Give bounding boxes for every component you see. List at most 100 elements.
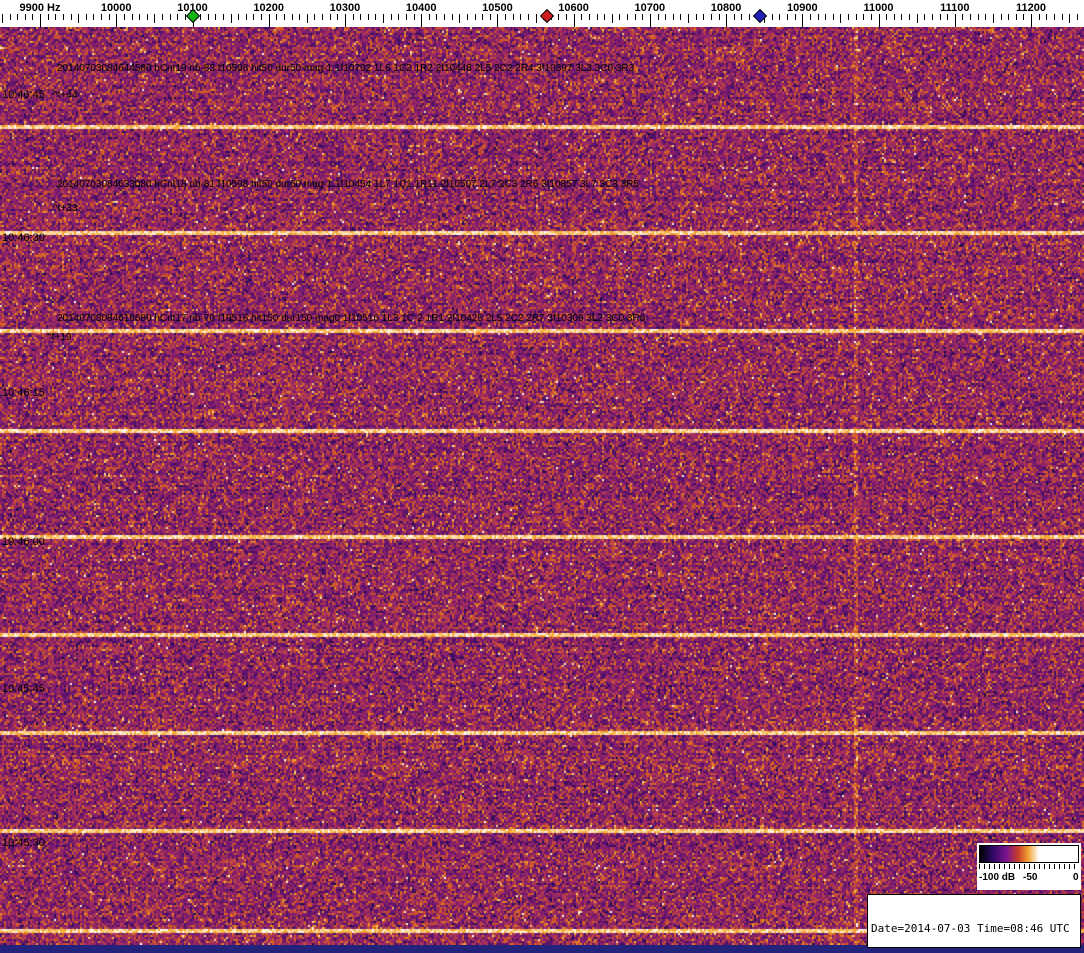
- red-marker-diamond[interactable]: [539, 8, 554, 24]
- ruler-tick: [642, 14, 644, 20]
- ruler-tick: [573, 14, 575, 27]
- ruler-tick: [581, 14, 583, 20]
- ruler-tick: [367, 14, 369, 20]
- ruler-tick: [238, 14, 240, 20]
- ruler-tick: [268, 14, 270, 27]
- ruler-tick: [139, 14, 141, 20]
- ruler-tick: [1015, 14, 1017, 20]
- ruler-tick: [680, 14, 682, 20]
- ruler-tick: [283, 14, 285, 20]
- ruler-tick: [1000, 14, 1002, 20]
- ruler-tick: [497, 14, 499, 27]
- blue-marker-diamond[interactable]: [753, 8, 768, 24]
- ruler-tick: [947, 14, 949, 20]
- ruler-label-11100: 11100: [940, 2, 970, 14]
- ruler-tick: [200, 14, 202, 20]
- ruler-tick: [62, 14, 64, 20]
- ruler-label-10300: 10300: [329, 2, 361, 14]
- ruler-tick: [78, 14, 80, 23]
- ruler-tick: [1069, 14, 1071, 23]
- ruler-tick: [588, 14, 590, 20]
- ruler-tick: [909, 14, 910, 20]
- ruler-label-11000: 11000: [863, 2, 894, 14]
- ruler-tick: [451, 14, 453, 20]
- ruler-tick: [428, 14, 430, 20]
- ruler-tick: [314, 14, 316, 20]
- ruler-tick: [223, 14, 224, 20]
- ruler-tick: [611, 14, 613, 23]
- ruler-tick: [474, 14, 476, 20]
- ruler-tick: [802, 14, 804, 27]
- ruler-tick: [489, 14, 491, 20]
- ruler-tick: [619, 14, 621, 20]
- ruler-tick: [535, 14, 537, 23]
- ruler-tick: [108, 14, 110, 20]
- ruler-label-10800: 10800: [710, 2, 742, 14]
- ruler-tick: [207, 14, 209, 20]
- ruler-tick: [230, 14, 232, 23]
- colorbar: -100 dB -50 0: [977, 843, 1081, 890]
- ruler-tick: [1053, 14, 1055, 20]
- ruler-tick: [558, 14, 560, 20]
- frequency-ruler: 9900 Hz100001010010200103001040010500106…: [0, 0, 1084, 27]
- ruler-tick: [177, 14, 179, 20]
- ruler-tick: [939, 14, 941, 20]
- ruler-tick: [1076, 14, 1078, 20]
- ruler-tick: [977, 14, 979, 20]
- ruler-tick: [261, 14, 263, 20]
- ruler-tick: [627, 14, 628, 20]
- ruler-tick: [146, 14, 148, 20]
- ruler-tick: [787, 14, 789, 20]
- ruler-tick: [886, 14, 888, 20]
- ruler-tick: [17, 14, 19, 20]
- ruler-label-10500: 10500: [482, 2, 513, 14]
- colorbar-label-min: -100 dB: [979, 872, 1016, 883]
- ruler-tick: [825, 14, 827, 20]
- ruler-tick: [329, 14, 331, 20]
- ruler-tick: [436, 14, 438, 20]
- ruler-tick: [733, 14, 735, 20]
- ruler-tick: [505, 14, 506, 20]
- ruler-tick: [604, 14, 606, 20]
- ruler-tick: [276, 14, 278, 20]
- ruler-tick: [703, 14, 705, 20]
- ruler-tick: [352, 14, 354, 20]
- ruler-tick: [649, 14, 651, 27]
- ruler-tick: [1031, 14, 1032, 27]
- ruler-tick: [40, 14, 41, 27]
- ruler-tick: [566, 14, 567, 20]
- ruler-tick: [840, 14, 842, 23]
- ruler-tick: [931, 14, 933, 20]
- ruler-tick: [337, 14, 339, 20]
- ruler-tick: [863, 14, 865, 20]
- ruler-tick: [992, 14, 994, 23]
- ruler-tick: [444, 14, 445, 20]
- ruler-tick: [832, 14, 834, 20]
- ruler-tick: [985, 14, 987, 20]
- ruler-tick: [375, 14, 377, 20]
- ruler-tick: [93, 14, 95, 20]
- ruler-tick: [962, 14, 964, 20]
- ruler-tick: [848, 14, 849, 20]
- ruler-label-10000: 10000: [100, 2, 132, 14]
- ruler-tick: [855, 14, 857, 20]
- ruler-label-10400: 10400: [405, 2, 437, 14]
- ruler-tick: [870, 14, 872, 20]
- ruler-tick: [1008, 14, 1010, 20]
- ruler-tick: [741, 14, 743, 20]
- ruler-tick: [779, 14, 781, 20]
- ruler-tick: [398, 14, 400, 20]
- meteor-spectrogram-app: 9900 Hz100001010010200103001040010500106…: [0, 0, 1084, 953]
- info-date-line: Date=2014-07-03 Time=08:46 UTC: [871, 922, 1070, 935]
- ruler-tick: [405, 14, 407, 20]
- ruler-tick: [924, 14, 926, 20]
- ruler-tick: [70, 14, 72, 20]
- ruler-tick: [245, 14, 247, 20]
- info-box: Date=2014-07-03 Time=08:46 UTC Freq=143 …: [867, 894, 1081, 948]
- ruler-tick: [718, 14, 720, 20]
- ruler-tick: [482, 14, 484, 20]
- ruler-tick: [817, 14, 819, 20]
- ruler-tick: [916, 14, 918, 23]
- ruler-tick: [306, 14, 308, 23]
- ruler-tick: [520, 14, 522, 20]
